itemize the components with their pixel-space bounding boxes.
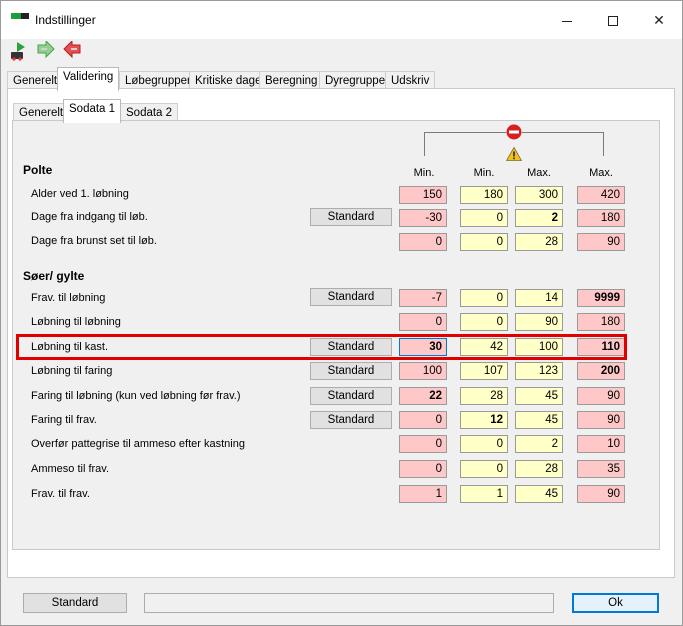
min-warning-field[interactable]: 0 bbox=[460, 435, 508, 453]
bracket-top-right bbox=[522, 132, 604, 133]
title-bar: Indstillinger ✕ bbox=[1, 1, 682, 39]
max-error-field[interactable]: 90 bbox=[577, 387, 625, 405]
tab-validering[interactable]: Validering bbox=[57, 67, 120, 91]
max-warning-field[interactable]: 14 bbox=[515, 289, 563, 307]
app-icon bbox=[11, 13, 29, 21]
col-min-warning: Min. bbox=[473, 167, 495, 179]
toolbar bbox=[9, 39, 99, 63]
min-warning-field[interactable]: 28 bbox=[460, 387, 508, 405]
error-icon bbox=[506, 124, 522, 140]
max-error-field[interactable]: 180 bbox=[577, 209, 625, 227]
min-error-field[interactable]: 1 bbox=[399, 485, 447, 503]
max-error-field[interactable]: 420 bbox=[577, 186, 625, 204]
back-icon[interactable] bbox=[61, 39, 83, 61]
standard-button[interactable]: Standard bbox=[310, 288, 392, 306]
standard-button[interactable]: Standard bbox=[310, 387, 392, 405]
bracket-top-left bbox=[424, 132, 506, 133]
settings-window: Indstillinger ✕ Generelt Validering Løbe… bbox=[0, 0, 683, 626]
max-error-field[interactable]: 35 bbox=[577, 460, 625, 478]
max-warning-field[interactable]: 123 bbox=[515, 362, 563, 380]
min-error-field[interactable]: 0 bbox=[399, 435, 447, 453]
min-warning-field[interactable]: 1 bbox=[460, 485, 508, 503]
min-warning-field[interactable]: 0 bbox=[460, 460, 508, 478]
max-warning-field[interactable]: 300 bbox=[515, 186, 563, 204]
standard-button[interactable]: Standard bbox=[310, 362, 392, 380]
status-bar bbox=[144, 593, 554, 613]
maximize-button[interactable] bbox=[590, 1, 636, 39]
max-error-field[interactable]: 200 bbox=[577, 362, 625, 380]
ok-button[interactable]: Ok bbox=[572, 593, 659, 613]
row-label: Overfør pattegrise til ammeso efter kast… bbox=[31, 438, 245, 450]
window-title: Indstillinger bbox=[35, 13, 96, 27]
row-label: Dage fra indgang til løb. bbox=[31, 211, 148, 223]
max-error-field[interactable]: 9999 bbox=[577, 289, 625, 307]
max-warning-field[interactable]: 2 bbox=[515, 435, 563, 453]
section-soer-gylte: Søer/ gylte bbox=[23, 269, 85, 283]
close-button[interactable]: ✕ bbox=[636, 1, 682, 39]
row-label: Alder ved 1. løbning bbox=[31, 188, 129, 200]
section-polte: Polte bbox=[23, 163, 53, 177]
row-label: Dage fra brunst set til løb. bbox=[31, 235, 157, 247]
max-error-field[interactable]: 90 bbox=[577, 233, 625, 251]
highlight-box bbox=[16, 334, 627, 360]
bracket-right bbox=[603, 132, 604, 156]
col-max-warning: Max. bbox=[527, 167, 551, 179]
min-error-field[interactable]: 0 bbox=[399, 411, 447, 429]
min-error-field[interactable]: 0 bbox=[399, 233, 447, 251]
min-error-field[interactable]: 22 bbox=[399, 387, 447, 405]
col-max-error: Max. bbox=[589, 167, 613, 179]
save-icon[interactable] bbox=[9, 41, 31, 61]
standard-button[interactable]: Standard bbox=[310, 208, 392, 226]
min-error-field[interactable]: 0 bbox=[399, 460, 447, 478]
min-error-field[interactable]: 150 bbox=[399, 186, 447, 204]
bracket-left bbox=[424, 132, 425, 156]
standard-button[interactable]: Standard bbox=[310, 411, 392, 429]
max-error-field[interactable]: 90 bbox=[577, 411, 625, 429]
max-error-field[interactable]: 180 bbox=[577, 313, 625, 331]
min-warning-field[interactable]: 0 bbox=[460, 313, 508, 331]
max-warning-field[interactable]: 45 bbox=[515, 485, 563, 503]
min-warning-field[interactable]: 0 bbox=[460, 289, 508, 307]
min-warning-field[interactable]: 0 bbox=[460, 209, 508, 227]
min-error-field[interactable]: -7 bbox=[399, 289, 447, 307]
warning-icon bbox=[505, 146, 523, 161]
row-label: Frav. til frav. bbox=[31, 488, 90, 500]
min-error-field[interactable]: 0 bbox=[399, 313, 447, 331]
max-warning-field[interactable]: 28 bbox=[515, 460, 563, 478]
row-label: Løbning til løbning bbox=[31, 316, 121, 328]
subtab-sodata-1[interactable]: Sodata 1 bbox=[63, 99, 122, 123]
row-label: Ammeso til frav. bbox=[31, 463, 110, 475]
min-error-field[interactable]: 100 bbox=[399, 362, 447, 380]
max-warning-field[interactable]: 45 bbox=[515, 411, 563, 429]
row-label: Løbning til faring bbox=[31, 365, 113, 377]
forward-icon[interactable] bbox=[35, 39, 57, 61]
max-error-field[interactable]: 10 bbox=[577, 435, 625, 453]
row-label: Faring til frav. bbox=[31, 414, 97, 426]
max-warning-field[interactable]: 45 bbox=[515, 387, 563, 405]
min-error-field[interactable]: -30 bbox=[399, 209, 447, 227]
max-warning-field[interactable]: 28 bbox=[515, 233, 563, 251]
max-error-field[interactable]: 90 bbox=[577, 485, 625, 503]
col-min-error: Min. bbox=[413, 167, 435, 179]
footer-standard-button[interactable]: Standard bbox=[23, 593, 127, 613]
min-warning-field[interactable]: 12 bbox=[460, 411, 508, 429]
min-warning-field[interactable]: 0 bbox=[460, 233, 508, 251]
max-warning-field[interactable]: 90 bbox=[515, 313, 563, 331]
row-label: Frav. til løbning bbox=[31, 292, 106, 304]
min-warning-field[interactable]: 180 bbox=[460, 186, 508, 204]
minimize-button[interactable] bbox=[544, 1, 590, 39]
row-label: Faring til løbning (kun ved løbning før … bbox=[31, 390, 241, 402]
min-warning-field[interactable]: 107 bbox=[460, 362, 508, 380]
max-warning-field[interactable]: 2 bbox=[515, 209, 563, 227]
